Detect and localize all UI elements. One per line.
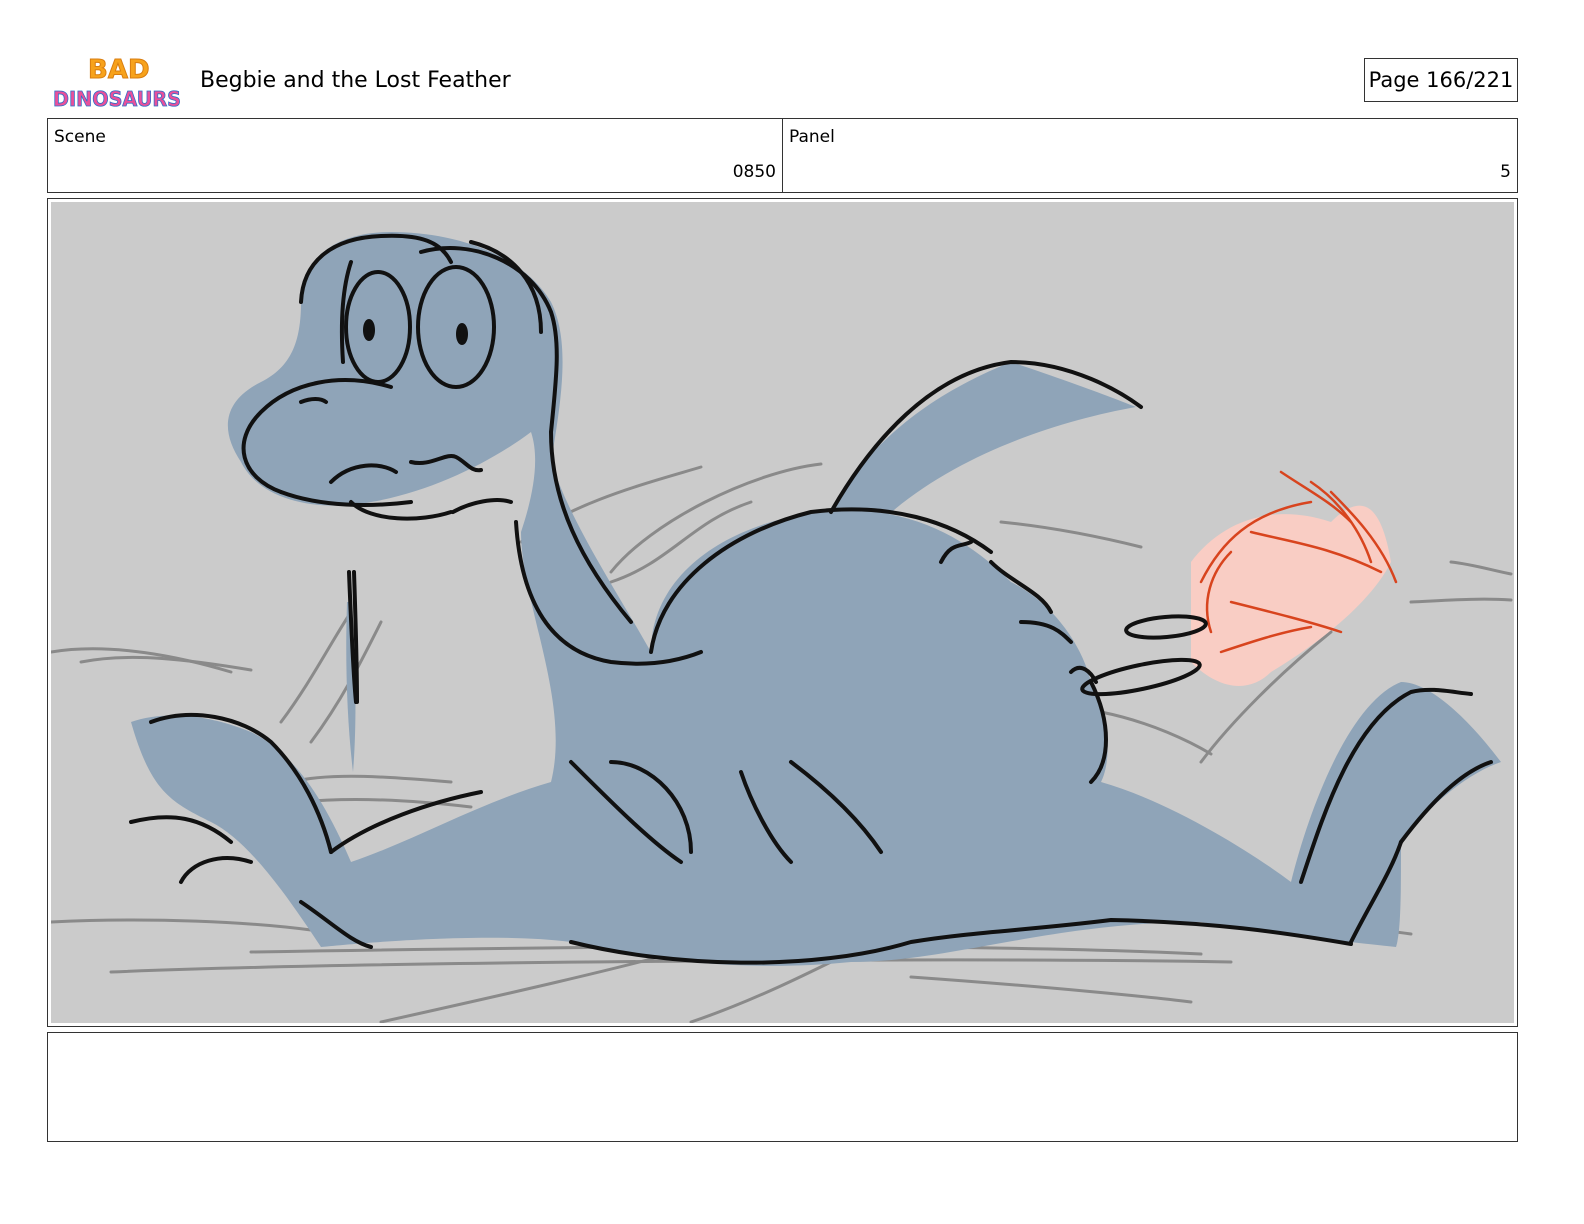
logo-word-bad: BAD (88, 55, 150, 85)
panel-label: Panel (789, 127, 835, 147)
scene-cell: Scene 0850 (48, 119, 782, 192)
scene-value: 0850 (732, 162, 776, 182)
scene-label: Scene (54, 127, 106, 147)
panel-cell: Panel 5 (782, 119, 1517, 192)
storyboard-panel (47, 198, 1518, 1027)
page-number: Page 166/221 (1364, 58, 1518, 102)
logo-word-dinosaurs: DINOSAURS (53, 87, 181, 111)
show-logo: BAD DINOSAURS (52, 54, 184, 112)
storyboard-drawing (51, 202, 1514, 1023)
document-title: Begbie and the Lost Feather (200, 68, 511, 93)
panel-value: 5 (1500, 162, 1511, 182)
scene-panel-row: Scene 0850 Panel 5 (47, 118, 1518, 193)
action-notes-box (47, 1032, 1518, 1142)
